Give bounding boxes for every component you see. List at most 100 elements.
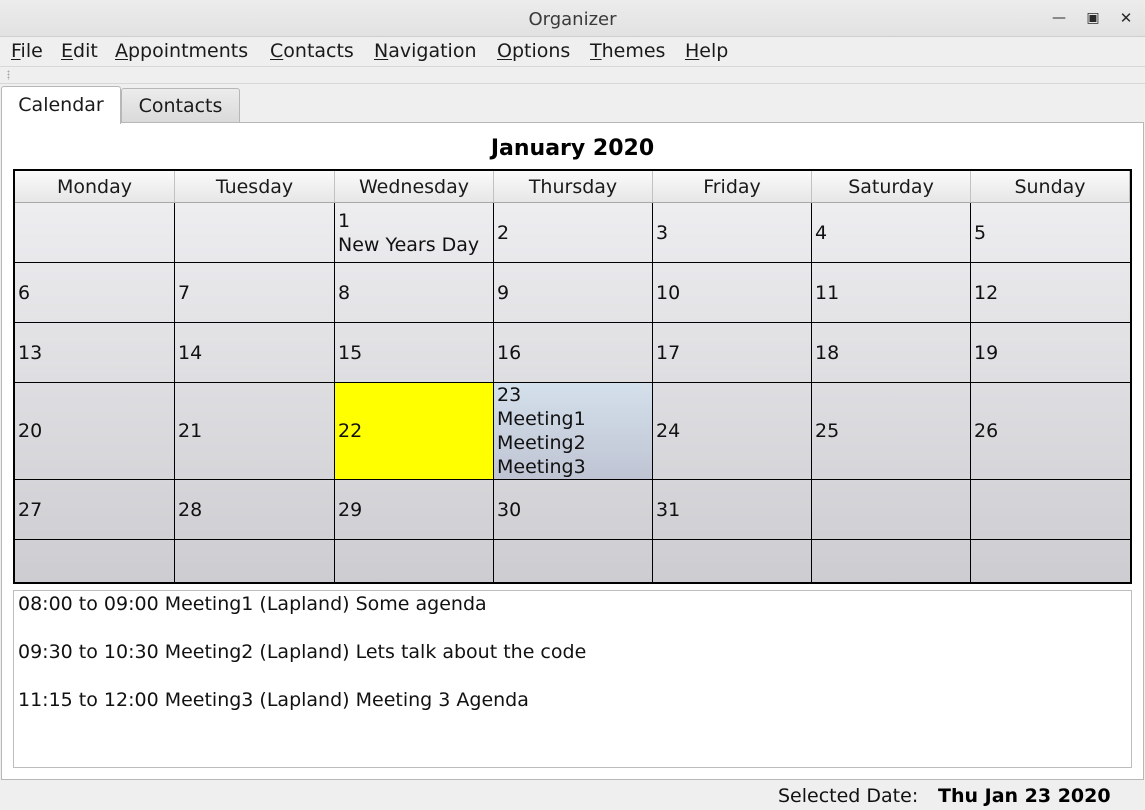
menu-contacts[interactable]: Contacts bbox=[270, 40, 354, 62]
toolbar-grip-icon[interactable] bbox=[7, 70, 10, 80]
calendar-empty-cell[interactable] bbox=[812, 480, 971, 540]
calendar-day-cell[interactable]: 18 bbox=[812, 323, 971, 383]
calendar-day-cell[interactable]: 27 bbox=[15, 480, 175, 540]
calendar-empty-cell[interactable] bbox=[971, 480, 1130, 540]
selected-date-value: Thu Jan 23 2020 bbox=[938, 785, 1111, 807]
day-number: 1 bbox=[338, 209, 351, 232]
calendar-day-content: 14 bbox=[178, 341, 332, 365]
calendar-empty-cell[interactable] bbox=[15, 540, 175, 582]
calendar-day-cell[interactable]: 21 bbox=[175, 383, 335, 480]
calendar-day-cell[interactable]: 11 bbox=[812, 263, 971, 323]
calendar-day-content: 2 bbox=[497, 221, 650, 245]
appointment-item[interactable]: 09:30 to 10:30 Meeting2 (Lapland) Lets t… bbox=[18, 641, 586, 663]
weekday-header-sunday: Sunday bbox=[971, 171, 1130, 203]
day-number: 24 bbox=[656, 420, 681, 442]
menu-help[interactable]: Help bbox=[685, 40, 728, 62]
calendar-empty-cell[interactable] bbox=[971, 540, 1130, 582]
calendar-day-content: 19 bbox=[974, 341, 1128, 365]
calendar-day-cell[interactable]: 12 bbox=[971, 263, 1130, 323]
calendar-day-content: 27 bbox=[18, 498, 172, 522]
calendar-day-cell[interactable]: 24 bbox=[653, 383, 812, 480]
calendar-empty-cell[interactable] bbox=[812, 540, 971, 582]
calendar-day-content: 3 bbox=[656, 221, 809, 245]
appointment-list[interactable]: 08:00 to 09:00 Meeting1 (Lapland) Some a… bbox=[13, 590, 1132, 768]
calendar-empty-cell[interactable] bbox=[15, 203, 175, 263]
calendar-day-cell[interactable]: 15 bbox=[335, 323, 494, 383]
tab-calendar[interactable]: Calendar bbox=[1, 86, 121, 124]
calendar-day-cell[interactable]: 20 bbox=[15, 383, 175, 480]
weekday-header-tuesday: Tuesday bbox=[175, 171, 335, 203]
calendar-day-content: 18 bbox=[815, 341, 968, 365]
day-number: 19 bbox=[974, 341, 999, 364]
calendar-day-cell[interactable]: 26 bbox=[971, 383, 1130, 480]
calendar-day-cell[interactable]: 10 bbox=[653, 263, 812, 323]
menu-edit[interactable]: Edit bbox=[61, 40, 98, 62]
day-number: 28 bbox=[178, 498, 203, 521]
menu-file[interactable]: File bbox=[11, 40, 43, 62]
calendar-day-content: 1 New Years Day bbox=[338, 209, 491, 257]
calendar-day-content: 12 bbox=[974, 281, 1128, 305]
menu-appointments[interactable]: Appointments bbox=[115, 40, 248, 62]
calendar-day-content: 10 bbox=[656, 281, 809, 305]
calendar-day-cell[interactable]: 4 bbox=[812, 203, 971, 263]
calendar-empty-cell[interactable] bbox=[335, 540, 494, 582]
day-number: 9 bbox=[497, 281, 510, 304]
calendar-empty-cell[interactable] bbox=[175, 203, 335, 263]
day-number: 23 bbox=[497, 384, 522, 406]
appointment-item[interactable]: 08:00 to 09:00 Meeting1 (Lapland) Some a… bbox=[18, 593, 487, 615]
calendar-day-cell[interactable]: 31 bbox=[653, 480, 812, 540]
menu-themes[interactable]: Themes bbox=[590, 40, 665, 62]
calendar-day-cell[interactable]: 8 bbox=[335, 263, 494, 323]
calendar-day-cell[interactable]: 14 bbox=[175, 323, 335, 383]
calendar-day-cell[interactable]: 3 bbox=[653, 203, 812, 263]
day-number: 29 bbox=[338, 498, 363, 521]
day-number: 27 bbox=[18, 498, 43, 521]
menu-options[interactable]: Options bbox=[497, 40, 570, 62]
calendar-day-content: 22 bbox=[338, 419, 491, 443]
calendar-day-content: 8 bbox=[338, 281, 491, 305]
tab-contacts[interactable]: Contacts bbox=[121, 88, 240, 122]
calendar-day-cell[interactable]: 28 bbox=[175, 480, 335, 540]
status-bar: Selected Date: Thu Jan 23 2020 bbox=[0, 780, 1145, 810]
day-number: 10 bbox=[656, 281, 681, 304]
calendar-day-content: 4 bbox=[815, 221, 968, 245]
calendar-day-content: 7 bbox=[178, 281, 332, 305]
calendar-day-cell[interactable]: 17 bbox=[653, 323, 812, 383]
calendar-day-cell[interactable]: 6 bbox=[15, 263, 175, 323]
close-icon[interactable]: ✕ bbox=[1116, 8, 1136, 28]
calendar-empty-cell[interactable] bbox=[653, 540, 812, 582]
calendar-empty-cell[interactable] bbox=[175, 540, 335, 582]
menu-navigation[interactable]: Navigation bbox=[374, 40, 476, 62]
day-number: 3 bbox=[656, 221, 669, 244]
calendar-day-cell[interactable]: 5 bbox=[971, 203, 1130, 263]
calendar-day-cell[interactable]: 9 bbox=[494, 263, 653, 323]
calendar-day-cell[interactable]: 30 bbox=[494, 480, 653, 540]
day-number: 6 bbox=[18, 281, 31, 304]
day-number: 30 bbox=[497, 498, 522, 521]
calendar-day-cell[interactable]: 29 bbox=[335, 480, 494, 540]
day-number: 25 bbox=[815, 420, 840, 442]
title-bar: Organizer — ▣ ✕ bbox=[0, 0, 1145, 37]
minimize-icon[interactable]: — bbox=[1049, 8, 1069, 28]
calendar-day-cell[interactable]: 2 bbox=[494, 203, 653, 263]
calendar-day-cell[interactable]: 19 bbox=[971, 323, 1130, 383]
calendar-day-cell[interactable]: 23 Meeting1 Meeting2 Meeting3 bbox=[494, 383, 653, 480]
calendar-day-cell[interactable]: 25 bbox=[812, 383, 971, 480]
calendar-day-content: 16 bbox=[497, 341, 650, 365]
calendar-day-content: 31 bbox=[656, 498, 809, 522]
calendar-day-cell[interactable]: 1 New Years Day bbox=[335, 203, 494, 263]
appointment-item[interactable]: 11:15 to 12:00 Meeting3 (Lapland) Meetin… bbox=[18, 689, 529, 711]
maximize-icon[interactable]: ▣ bbox=[1083, 8, 1103, 28]
weekday-header-thursday: Thursday bbox=[494, 171, 653, 203]
day-number: 2 bbox=[497, 221, 510, 244]
calendar-day-cell[interactable]: 7 bbox=[175, 263, 335, 323]
calendar-grid: Monday Tuesday Wednesday Thursday Friday Satu… bbox=[13, 169, 1132, 584]
day-number: 4 bbox=[815, 221, 828, 244]
calendar-day-cell[interactable]: 22 bbox=[335, 383, 494, 480]
day-number: 12 bbox=[974, 281, 999, 304]
calendar-day-content: 28 bbox=[178, 498, 332, 522]
calendar-day-content: 26 bbox=[974, 419, 1128, 443]
calendar-day-cell[interactable]: 13 bbox=[15, 323, 175, 383]
calendar-empty-cell[interactable] bbox=[494, 540, 653, 582]
calendar-day-cell[interactable]: 16 bbox=[494, 323, 653, 383]
